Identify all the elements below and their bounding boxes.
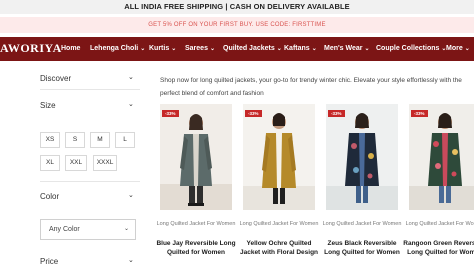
nav-item-label: Men's Wear [324,45,363,52]
nav-item-quilted-jackets[interactable]: Quilted Jackets ⌄ [223,45,282,52]
discount-badge: -33% [328,110,345,117]
chevron-down-icon: ⌄ [171,46,177,52]
product-title[interactable]: Yellow Ochre Quilted Jacket with Floral … [237,239,321,257]
chevron-down-icon[interactable]: ⌄ [128,100,134,108]
size-option-xxxl[interactable]: XXXL [93,155,117,171]
size-option-xl[interactable]: XL [40,155,60,171]
filter-size-heading[interactable]: Size [40,101,56,110]
nav-item-label: Kaftans [284,45,310,52]
chevron-down-icon: ⌄ [209,46,215,52]
filter-discover-heading[interactable]: Discover [40,74,71,83]
nav-item-lehenga-choli[interactable]: Lehenga Choli ⌄ [90,45,145,52]
discount-badge: -33% [245,110,262,117]
divider [40,89,140,90]
chevron-down-icon[interactable]: ⌄ [128,73,134,81]
nav-item-label: Quilted Jackets [223,45,275,52]
nav-item-sarees[interactable]: Sarees ⌄ [185,45,215,52]
nav-item-label: Couple Collections [376,45,440,52]
nav-item-label: Lehenga Choli [90,45,139,52]
filter-color-heading[interactable]: Color [40,192,59,201]
size-option-s[interactable]: S [65,132,85,148]
product-image[interactable] [160,104,232,210]
nav-item-label: Home [61,45,81,52]
chevron-down-icon: ⌄ [364,46,370,52]
product-title[interactable]: Rangoon Green Reversible Long Quilted fo… [403,239,474,257]
nav-item-kurtis[interactable]: Kurtis ⌄ [149,45,176,52]
color-select-value: Any Color [49,226,80,233]
collection-description: Shop now for long quilted jackets, your … [160,77,462,97]
divider [40,181,140,182]
product-title[interactable]: Blue Jay Reversible Long Quilted for Wom… [154,239,238,257]
product-category: Long Quilted Jacket For Women [239,221,319,227]
discount-badge: -33% [411,110,428,117]
discount-badge: -33% [162,110,179,117]
nav-item-kaftans[interactable]: Kaftans ⌄ [284,45,317,52]
main-nav: AWORIYA Home Lehenga Choli ⌄ Kurtis ⌄ Sare… [0,37,474,61]
size-option-m[interactable]: M [90,132,110,148]
product-category: Long Quilted Jacket For Women [405,221,474,227]
nav-item-label: More [446,45,463,52]
product-image[interactable] [243,104,315,210]
promo-bar: GET 5% OFF ON YOUR FIRST BUY. USE CODE: … [0,17,474,33]
chevron-down-icon[interactable]: ⌄ [128,191,134,199]
size-option-xxl[interactable]: XXL [65,155,87,171]
chevron-down-icon[interactable]: ⌄ [128,256,134,264]
nav-item-home[interactable]: Home [61,45,80,52]
brand-logo[interactable]: AWORIYA [0,41,62,56]
nav-item-label: Sarees [185,45,208,52]
nav-item-more[interactable]: More ⌄ [446,45,470,52]
product-image[interactable] [326,104,398,210]
filter-sidebar: Discover ⌄ Size ⌄ XS S M L XL XXL XXXL C… [0,61,145,266]
nav-item-couple-collections[interactable]: Couple Collections ⌄ [376,45,446,52]
size-option-xs[interactable]: XS [40,132,60,148]
chevron-down-icon: ⌄ [276,46,282,52]
product-category: Long Quilted Jacket For Women [322,221,402,227]
chevron-down-icon: ⌄ [140,46,146,52]
chevron-down-icon: ⌄ [311,46,317,52]
product-image[interactable] [409,104,474,210]
product-category: Long Quilted Jacket For Women [156,221,236,227]
announcement-bar: ALL INDIA FREE SHIPPING | CASH ON DELIVE… [0,0,474,14]
size-option-l[interactable]: L [115,132,135,148]
product-title[interactable]: Zeus Black Reversible Long Quilted for W… [320,239,404,257]
nav-item-label: Kurtis [149,45,170,52]
filter-price-heading[interactable]: Price [40,257,58,266]
chevron-down-icon: ⌄ [464,46,470,52]
nav-item-mens-wear[interactable]: Men's Wear ⌄ [324,45,370,52]
chevron-down-icon: ⌄ [123,226,129,232]
color-select[interactable]: Any Color ⌄ [40,219,136,240]
